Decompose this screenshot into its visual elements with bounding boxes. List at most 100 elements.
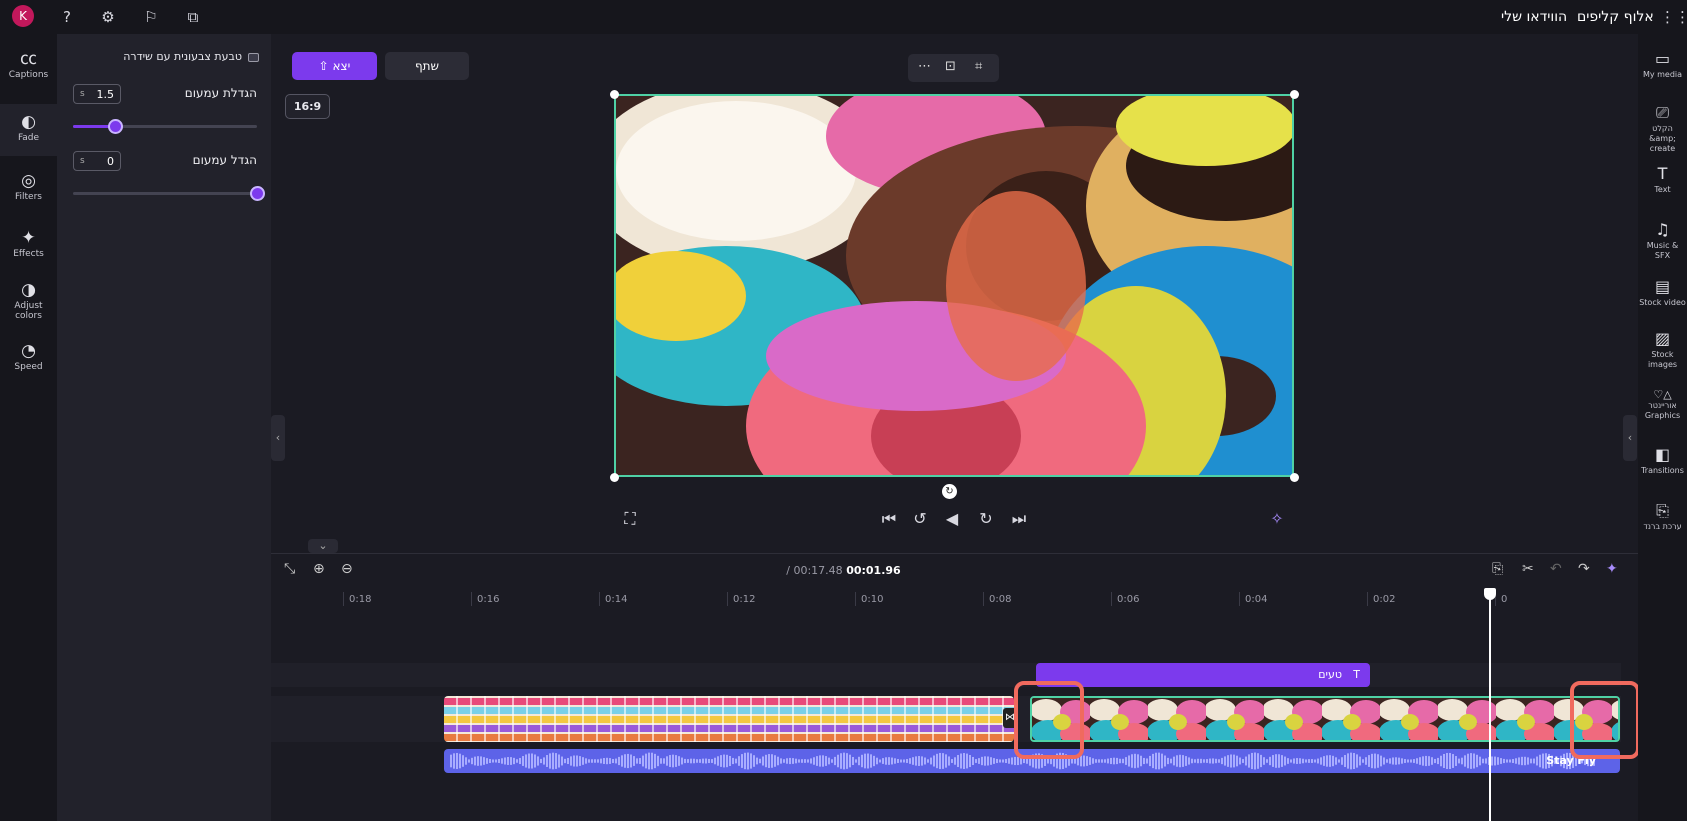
waveform-bar	[654, 753, 656, 769]
rail-effects[interactable]: ✦ Effects	[0, 227, 57, 259]
aspect-ratio-button[interactable]: 16:9	[285, 94, 330, 119]
waveform-bar	[729, 755, 731, 767]
rail-stock-images[interactable]: ▨ Stock images	[1638, 328, 1687, 370]
section-title[interactable]: הווידאו שלי	[1501, 9, 1567, 25]
media-icon: ▭	[1654, 49, 1671, 68]
fade-in-input[interactable]: s 1.5	[73, 84, 121, 104]
export-button[interactable]: ⇧ יצא	[292, 52, 377, 80]
magic-fix-icon[interactable]: ✧	[1267, 509, 1287, 528]
app-launcher-icon[interactable]: ⋮⋮	[1660, 8, 1687, 26]
waveform-bar	[630, 754, 632, 768]
rail-my-media[interactable]: ▭ My media	[1638, 48, 1687, 80]
avatar[interactable]: K	[12, 5, 34, 27]
rail-fade[interactable]: ◐ Fade	[0, 104, 57, 156]
crop-icon[interactable]: ⌗	[975, 59, 982, 74]
adjust-colors-icon: ◑	[21, 280, 36, 300]
resize-handle-top-left[interactable]	[610, 90, 619, 99]
playhead-handle[interactable]	[1484, 588, 1496, 600]
waveform-bar	[558, 754, 560, 768]
rail-filters[interactable]: ◎ Filters	[0, 170, 57, 202]
rail-filters-label: Filters	[15, 192, 42, 202]
waveform-bar	[798, 759, 800, 763]
ruler-tick: 0:04	[1238, 592, 1268, 606]
video-preview[interactable]	[614, 94, 1294, 477]
rail-transitions[interactable]: ◧ Transitions	[1638, 444, 1687, 476]
rail-stock-video-label: Stock video	[1639, 298, 1686, 307]
redo-icon[interactable]: ↷	[1578, 561, 1590, 577]
ai-sparkle-icon[interactable]: ✦	[1606, 561, 1618, 577]
fade-in-slider[interactable]	[73, 119, 257, 134]
playhead[interactable]	[1489, 593, 1491, 821]
waveform-bar	[1470, 753, 1472, 769]
rail-adjust-colors[interactable]: ◑ Adjust colors	[0, 279, 57, 321]
rail-record-create[interactable]: ⎚ הקלט &amp; create	[1638, 102, 1687, 154]
rail-speed[interactable]: ◔ Speed	[0, 340, 57, 372]
waveform-bar	[1485, 758, 1487, 764]
waveform-bar	[1170, 758, 1172, 764]
zoom-in-icon[interactable]: ⊕	[313, 561, 325, 577]
settings-icon[interactable]: ⚙	[99, 8, 117, 26]
fade-out-slider[interactable]	[73, 186, 265, 201]
split-icon[interactable]: ✂	[1522, 561, 1534, 577]
connections-icon[interactable]: ⧉	[184, 8, 202, 26]
waveform-bar	[537, 756, 539, 766]
waveform-bar	[942, 753, 944, 769]
waveform-bar	[702, 758, 704, 764]
waveform-bar	[1098, 759, 1100, 763]
clip-name-text: טבעת צבעונית עם שידרה	[123, 50, 242, 63]
rewind-5-icon[interactable]: ↺	[910, 509, 930, 528]
resize-handle-bottom-left[interactable]	[610, 473, 619, 482]
waveform-bar	[681, 757, 683, 765]
waveform-bar	[783, 759, 785, 763]
rail-graphics[interactable]: ♡△ אוריינטר Graphics	[1638, 389, 1687, 421]
more-icon[interactable]: ⋯	[918, 59, 931, 74]
fit-icon[interactable]: ⊡	[945, 59, 956, 74]
waveform-bar	[1125, 757, 1127, 765]
waveform-bar	[1326, 755, 1328, 767]
right-rail: ▭ My media ⎚ הקלט &amp; create T Text ♫ Musi…	[1638, 34, 1687, 821]
waveform-bar	[657, 755, 659, 767]
video-clip-donuts[interactable]	[1030, 696, 1620, 742]
rail-music[interactable]: ♫ Music & SFX	[1638, 219, 1687, 261]
forward-5-icon[interactable]: ↻	[976, 509, 996, 528]
top-bar: K ? ⚙ ⚐ ⧉ הווידאו שלי אלוף קליפים ⋮⋮	[0, 0, 1687, 34]
waveform-bar	[603, 758, 605, 764]
play-icon[interactable]: ◀	[942, 509, 962, 528]
rotate-icon[interactable]: ↻	[942, 484, 957, 499]
waveform-bar	[918, 756, 920, 766]
fade-out-input[interactable]: s 0	[73, 151, 121, 171]
undo-icon[interactable]: ↶	[1550, 561, 1562, 577]
fullscreen-icon[interactable]: ⛶	[620, 509, 640, 529]
fade-out-knob[interactable]	[250, 186, 265, 201]
share-button[interactable]: שתף	[385, 52, 469, 80]
video-clip-macarons[interactable]	[444, 696, 1014, 742]
zoom-out-icon[interactable]: ⊖	[341, 561, 353, 577]
rail-text[interactable]: T Text	[1638, 163, 1687, 195]
waveform-bar	[594, 759, 596, 763]
waveform-bar	[1002, 759, 1004, 763]
waveform-bar	[531, 753, 533, 769]
waveform-bar	[1128, 755, 1130, 767]
waveform-bar	[1521, 756, 1523, 766]
waveform-bar	[855, 759, 857, 763]
rail-stock-video[interactable]: ▤ Stock video	[1638, 276, 1687, 308]
skip-back-icon[interactable]: ⏮	[879, 509, 899, 529]
collapse-right-panel-button[interactable]: ‹	[1623, 415, 1637, 461]
waveform-bar	[1335, 757, 1337, 765]
skip-forward-icon[interactable]: ⏭	[1009, 509, 1029, 529]
fade-in-knob[interactable]	[108, 119, 124, 134]
rail-brand-kit[interactable]: ⎘ ערכת ברנד	[1638, 500, 1687, 532]
text-clip[interactable]: T טעים	[1036, 663, 1370, 687]
resize-handle-bottom-right[interactable]	[1290, 473, 1299, 482]
feedback-icon[interactable]: ⚐	[142, 8, 160, 26]
text-clip-icon: T	[1353, 668, 1360, 681]
effects-icon: ✦	[21, 228, 36, 248]
collapse-timeline-button[interactable]: ⌄	[308, 539, 338, 553]
time-ruler[interactable]: 0 0:02 0:04 0:06 0:08 0:10 0:12 0:14 0:16 0:18	[271, 588, 1621, 606]
zoom-to-fit-icon[interactable]: ⤡	[284, 561, 295, 577]
rail-captions[interactable]: ㏄ Captions	[0, 48, 57, 80]
delete-icon[interactable]: ⎘	[1492, 561, 1503, 577]
help-icon[interactable]: ?	[58, 8, 76, 26]
resize-handle-top-right[interactable]	[1290, 90, 1299, 99]
collapse-left-panel-button[interactable]: ‹	[271, 415, 285, 461]
